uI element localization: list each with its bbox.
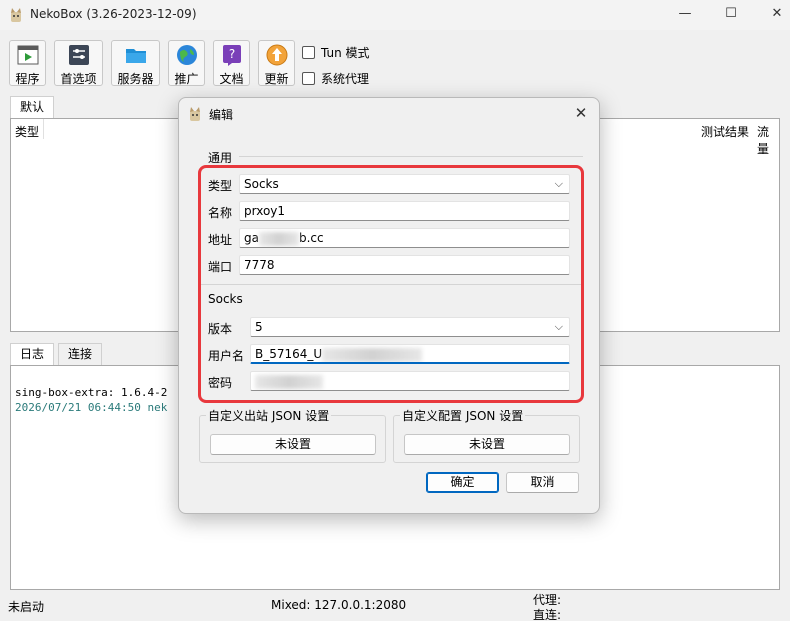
- preferences-label: 首选项: [60, 72, 97, 86]
- column-header-test-result[interactable]: 测试结果: [701, 123, 749, 140]
- neko-cat-icon: [190, 107, 200, 121]
- preferences-menu-button[interactable]: 首选项: [54, 40, 103, 86]
- tab-default-group[interactable]: 默认: [10, 96, 55, 118]
- play-window-icon: [17, 45, 38, 65]
- minimize-button[interactable]: —: [662, 0, 708, 30]
- program-label: 程序: [15, 72, 40, 86]
- update-button[interactable]: 更新: [258, 40, 295, 86]
- help-doc-icon: ?: [222, 45, 241, 66]
- general-section-label: 通用: [208, 151, 233, 165]
- column-divider: [43, 119, 44, 139]
- sliders-icon: [68, 45, 89, 65]
- dialog-close-button[interactable]: ✕: [569, 102, 593, 124]
- system-proxy-box[interactable]: [302, 71, 315, 85]
- column-header-type[interactable]: 类型: [15, 123, 39, 140]
- tab-connections[interactable]: 连接: [58, 343, 103, 365]
- core-status: 未启动: [8, 600, 45, 614]
- system-proxy-label: 系统代理: [321, 71, 370, 86]
- title-bar: NekoBox (3.26-2023-12-09) — ☐ ✕: [0, 0, 790, 30]
- direct-status: 直连:: [533, 608, 562, 621]
- docs-label: 文档: [219, 72, 244, 86]
- tun-mode-box[interactable]: [302, 45, 315, 59]
- custom-config-group: 自定义配置 JSON 设置 未设置: [393, 407, 580, 463]
- folder-icon: [125, 49, 146, 63]
- dialog-title: 编辑: [209, 108, 234, 122]
- window-title: NekoBox (3.26-2023-12-09): [30, 7, 197, 21]
- section-divider: [239, 156, 583, 157]
- custom-outbound-group: 自定义出站 JSON 设置 未设置: [199, 407, 386, 463]
- ok-button[interactable]: 确定: [426, 472, 499, 493]
- update-label: 更新: [264, 72, 289, 86]
- edit-dialog: 编辑 ✕ 通用 类型 Socks ⌵ 名称 prxoy1 地址 ga b.cc 端…: [178, 97, 600, 514]
- upgrade-arrow-icon: [266, 44, 287, 66]
- promote-button[interactable]: 推广: [168, 40, 205, 86]
- system-proxy-checkbox[interactable]: 系统代理: [302, 70, 369, 86]
- custom-config-title: 自定义配置 JSON 设置: [400, 407, 526, 424]
- docs-button[interactable]: ? 文档: [213, 40, 250, 86]
- tun-mode-checkbox[interactable]: Tun 模式: [302, 44, 370, 60]
- highlight-annotation: [198, 165, 584, 403]
- close-window-button[interactable]: ✕: [754, 0, 790, 30]
- mixed-port-status: Mixed: 127.0.0.1:2080: [271, 598, 407, 612]
- custom-config-button[interactable]: 未设置: [404, 434, 570, 455]
- custom-outbound-button[interactable]: 未设置: [210, 434, 376, 455]
- servers-label: 服务器: [117, 72, 154, 86]
- column-header-traffic[interactable]: 流量: [757, 123, 779, 157]
- custom-outbound-title: 自定义出站 JSON 设置: [206, 407, 332, 424]
- maximize-button[interactable]: ☐: [708, 0, 754, 30]
- tab-log[interactable]: 日志: [10, 343, 55, 365]
- cancel-button[interactable]: 取消: [506, 472, 579, 493]
- svg-text:?: ?: [228, 47, 234, 61]
- program-menu-button[interactable]: 程序: [9, 40, 46, 86]
- tun-mode-label: Tun 模式: [321, 45, 370, 60]
- neko-cat-icon: [11, 8, 21, 22]
- promote-label: 推广: [174, 72, 199, 86]
- globe-icon: [176, 45, 197, 65]
- servers-menu-button[interactable]: 服务器: [111, 40, 160, 86]
